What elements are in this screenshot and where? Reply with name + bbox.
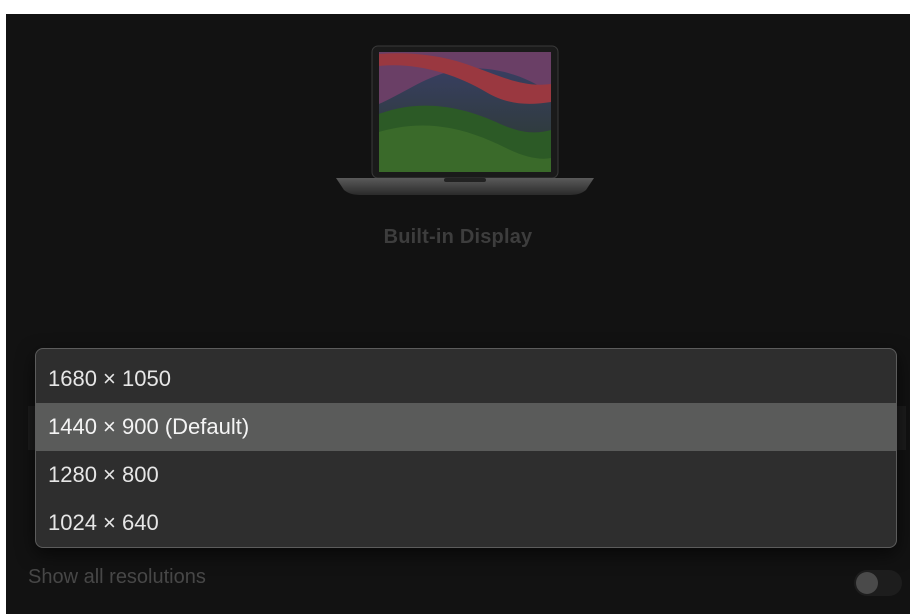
- resolution-option[interactable]: 1024 × 640: [36, 499, 896, 547]
- resolution-option-label: 1440 × 900 (Default): [48, 414, 250, 439]
- laptop-display-icon[interactable]: [336, 44, 594, 196]
- resolution-option-selected[interactable]: 1440 × 900 (Default): [36, 403, 896, 451]
- resolution-option[interactable]: 1280 × 800: [36, 451, 896, 499]
- resolution-option-label: 1680 × 1050: [48, 366, 171, 391]
- display-title: Built-in Display: [383, 226, 533, 248]
- resolution-option-label: 1280 × 800: [48, 462, 159, 487]
- toggle-knob: [856, 572, 878, 594]
- resolution-option[interactable]: 1680 × 1050: [36, 355, 896, 403]
- show-all-resolutions-toggle[interactable]: [854, 570, 902, 596]
- resolution-popup-menu: 1680 × 1050 1440 × 900 (Default) 1280 × …: [35, 348, 897, 548]
- displays-settings-window: Built-in Display 1680 × 1050 1440 × 900 …: [6, 14, 910, 614]
- show-all-resolutions-label: Show all resolutions: [28, 566, 206, 588]
- resolution-option-label: 1024 × 640: [48, 510, 159, 535]
